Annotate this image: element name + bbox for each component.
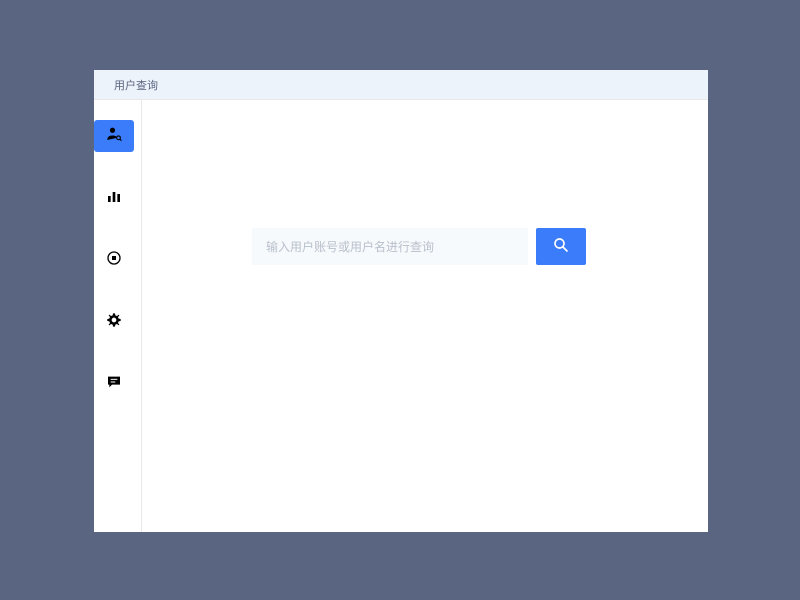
sidebar-item-settings[interactable] [94, 306, 134, 338]
sidebar-item-chat[interactable] [94, 368, 134, 400]
main-content [142, 100, 708, 532]
search-icon [552, 236, 570, 257]
sidebar-item-stop[interactable] [94, 244, 134, 276]
bars-icon [106, 188, 122, 209]
sidebar-item-stats[interactable] [94, 182, 134, 214]
window: 用户查询 [94, 70, 708, 532]
page-title: 用户查询 [114, 77, 158, 93]
search-button[interactable] [536, 228, 586, 265]
chat-icon [106, 374, 122, 395]
user-search-icon [105, 125, 123, 148]
header: 用户查询 [94, 70, 708, 100]
sidebar [94, 100, 142, 532]
search-input[interactable] [252, 228, 528, 265]
sidebar-item-user-search[interactable] [94, 120, 134, 152]
gear-icon [106, 312, 122, 333]
stop-circle-icon [106, 250, 122, 271]
search-row [252, 228, 586, 265]
